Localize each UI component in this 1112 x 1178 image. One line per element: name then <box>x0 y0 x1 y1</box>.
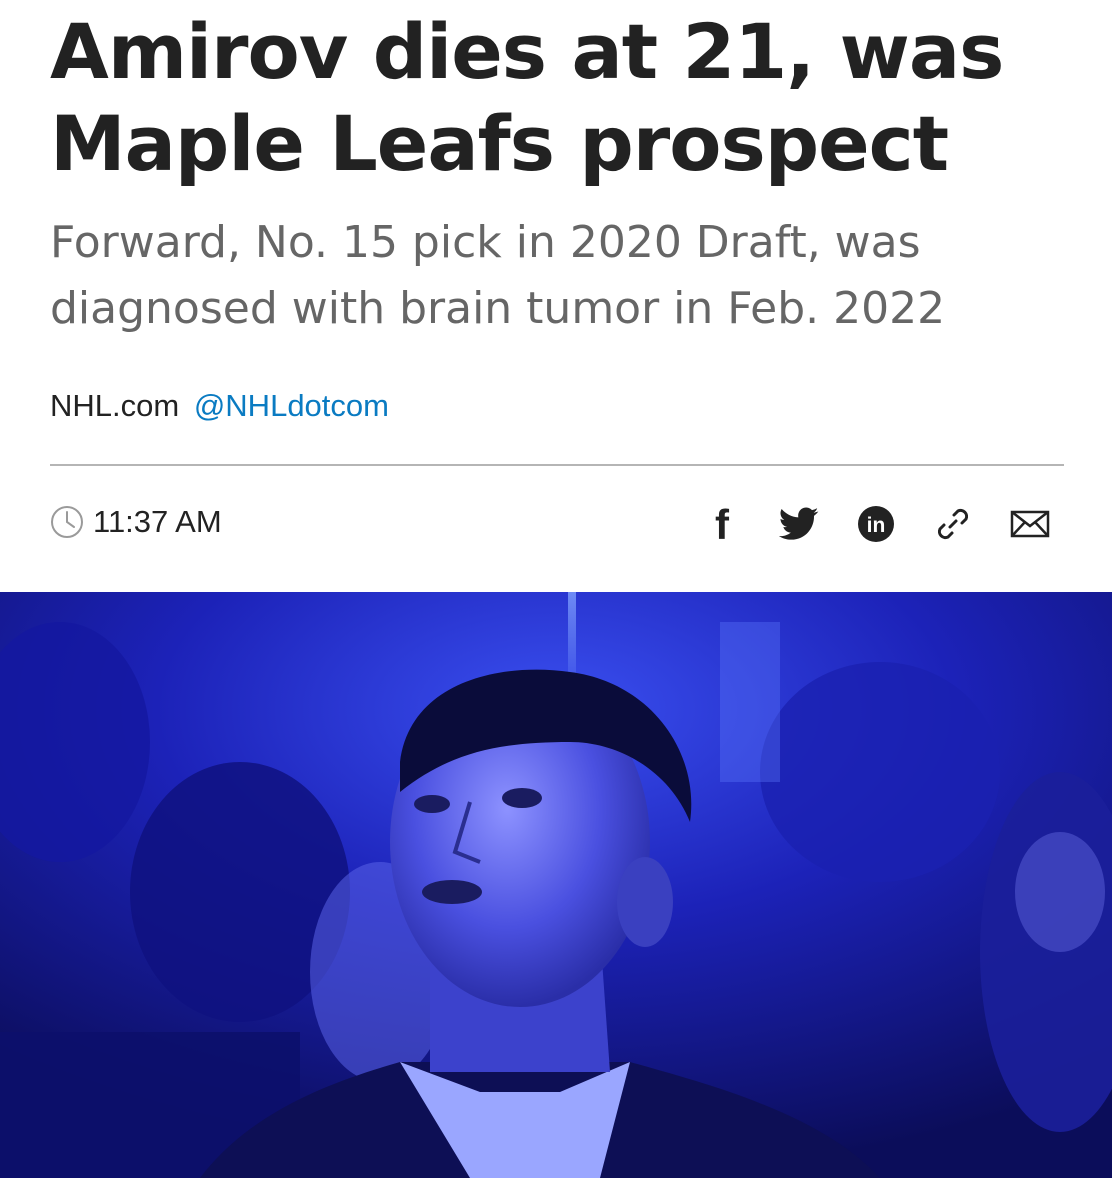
svg-text:in: in <box>867 514 886 537</box>
share-linkedin-button[interactable]: in <box>850 500 902 548</box>
share-twitter-button[interactable] <box>773 500 825 548</box>
share-facebook-button[interactable]: f <box>696 500 748 548</box>
linkedin-icon: in <box>858 506 894 542</box>
article-header: Amirov dies at 21, was Maple Leafs prosp… <box>0 0 1112 1178</box>
timestamp-text: 11:37 AM <box>93 504 222 539</box>
headline: Amirov dies at 21, was Maple Leafs prosp… <box>50 7 1004 188</box>
divider <box>50 464 1064 466</box>
clock-icon <box>50 505 84 539</box>
byline-twitter-handle-link[interactable]: @NHLdotcom <box>194 388 389 423</box>
copy-link-button[interactable] <box>927 500 979 548</box>
hero-photo <box>0 592 1112 1178</box>
timestamp: 11:37 AM <box>50 502 222 542</box>
byline: NHL.com @NHLdotcom <box>50 386 389 426</box>
share-bar: f in <box>696 500 1056 548</box>
byline-author: NHL.com <box>50 388 180 423</box>
link-icon <box>937 508 969 540</box>
share-email-button[interactable] <box>1004 500 1056 548</box>
facebook-icon: f <box>715 502 730 546</box>
twitter-icon <box>779 507 819 540</box>
email-icon <box>1010 510 1050 538</box>
svg-text:f: f <box>715 502 730 546</box>
subheadline: Forward, No. 15 pick in 2020 Draft, was … <box>50 217 946 334</box>
